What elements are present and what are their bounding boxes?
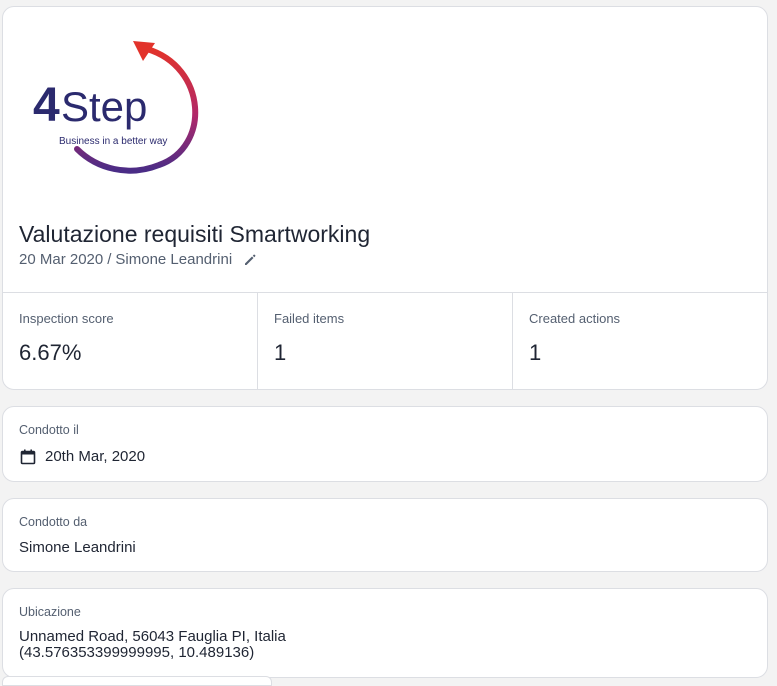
stat-label: Created actions: [529, 311, 621, 326]
conducted-by-value: Simone Leandrini: [19, 539, 136, 556]
inspection-header-card: 4 Step Business in a better way Valutazi…: [2, 6, 768, 390]
inspection-meta: 20 Mar 2020 / Simone Leandrini: [19, 251, 258, 268]
stat-created-actions: Created actions 1: [513, 293, 767, 389]
inspection-date: 20 Mar 2020: [19, 251, 104, 268]
logo-arc-icon: 4 Step Business in a better way: [33, 41, 199, 174]
calendar-icon: [19, 448, 37, 466]
stat-label: Failed items: [274, 311, 345, 326]
page-title: Valutazione requisiti Smartworking: [19, 221, 371, 247]
conducted-on-value: 20th Mar, 2020: [45, 448, 146, 465]
conducted-by-card[interactable]: Condotto da Simone Leandrini: [2, 498, 768, 572]
meta-separator: /: [107, 251, 112, 268]
stat-inspection-score: Inspection score 6.67%: [3, 293, 258, 389]
pencil-icon[interactable]: [242, 252, 258, 268]
stat-value: 1: [529, 340, 542, 365]
inspection-author: Simone Leandrini: [115, 251, 233, 268]
next-card-edge: [2, 676, 272, 686]
inspection-stats: Inspection score 6.67% Failed items 1 Cr…: [3, 292, 767, 389]
stat-label: Inspection score: [19, 311, 114, 326]
logo-word: Step: [61, 83, 147, 130]
location-card[interactable]: Ubicazione Unnamed Road, 56043 Fauglia P…: [2, 588, 768, 678]
company-logo: 4 Step Business in a better way: [29, 37, 209, 187]
field-label: Condotto il: [19, 423, 79, 437]
location-address: Unnamed Road, 56043 Fauglia PI, Italia: [19, 628, 286, 645]
location-coordinates: (43.576353399999995, 10.489136): [19, 644, 255, 661]
field-label: Condotto da: [19, 515, 88, 529]
stat-value: 6.67%: [19, 340, 82, 365]
logo-number: 4: [33, 79, 60, 132]
stat-failed-items: Failed items 1: [258, 293, 513, 389]
location-value: Unnamed Road, 56043 Fauglia PI, Italia (…: [19, 629, 286, 661]
conducted-on-card[interactable]: Condotto il 20th Mar, 2020: [2, 406, 768, 482]
field-label: Ubicazione: [19, 605, 81, 619]
stat-value: 1: [274, 340, 287, 365]
logo-tagline: Business in a better way: [59, 136, 167, 147]
